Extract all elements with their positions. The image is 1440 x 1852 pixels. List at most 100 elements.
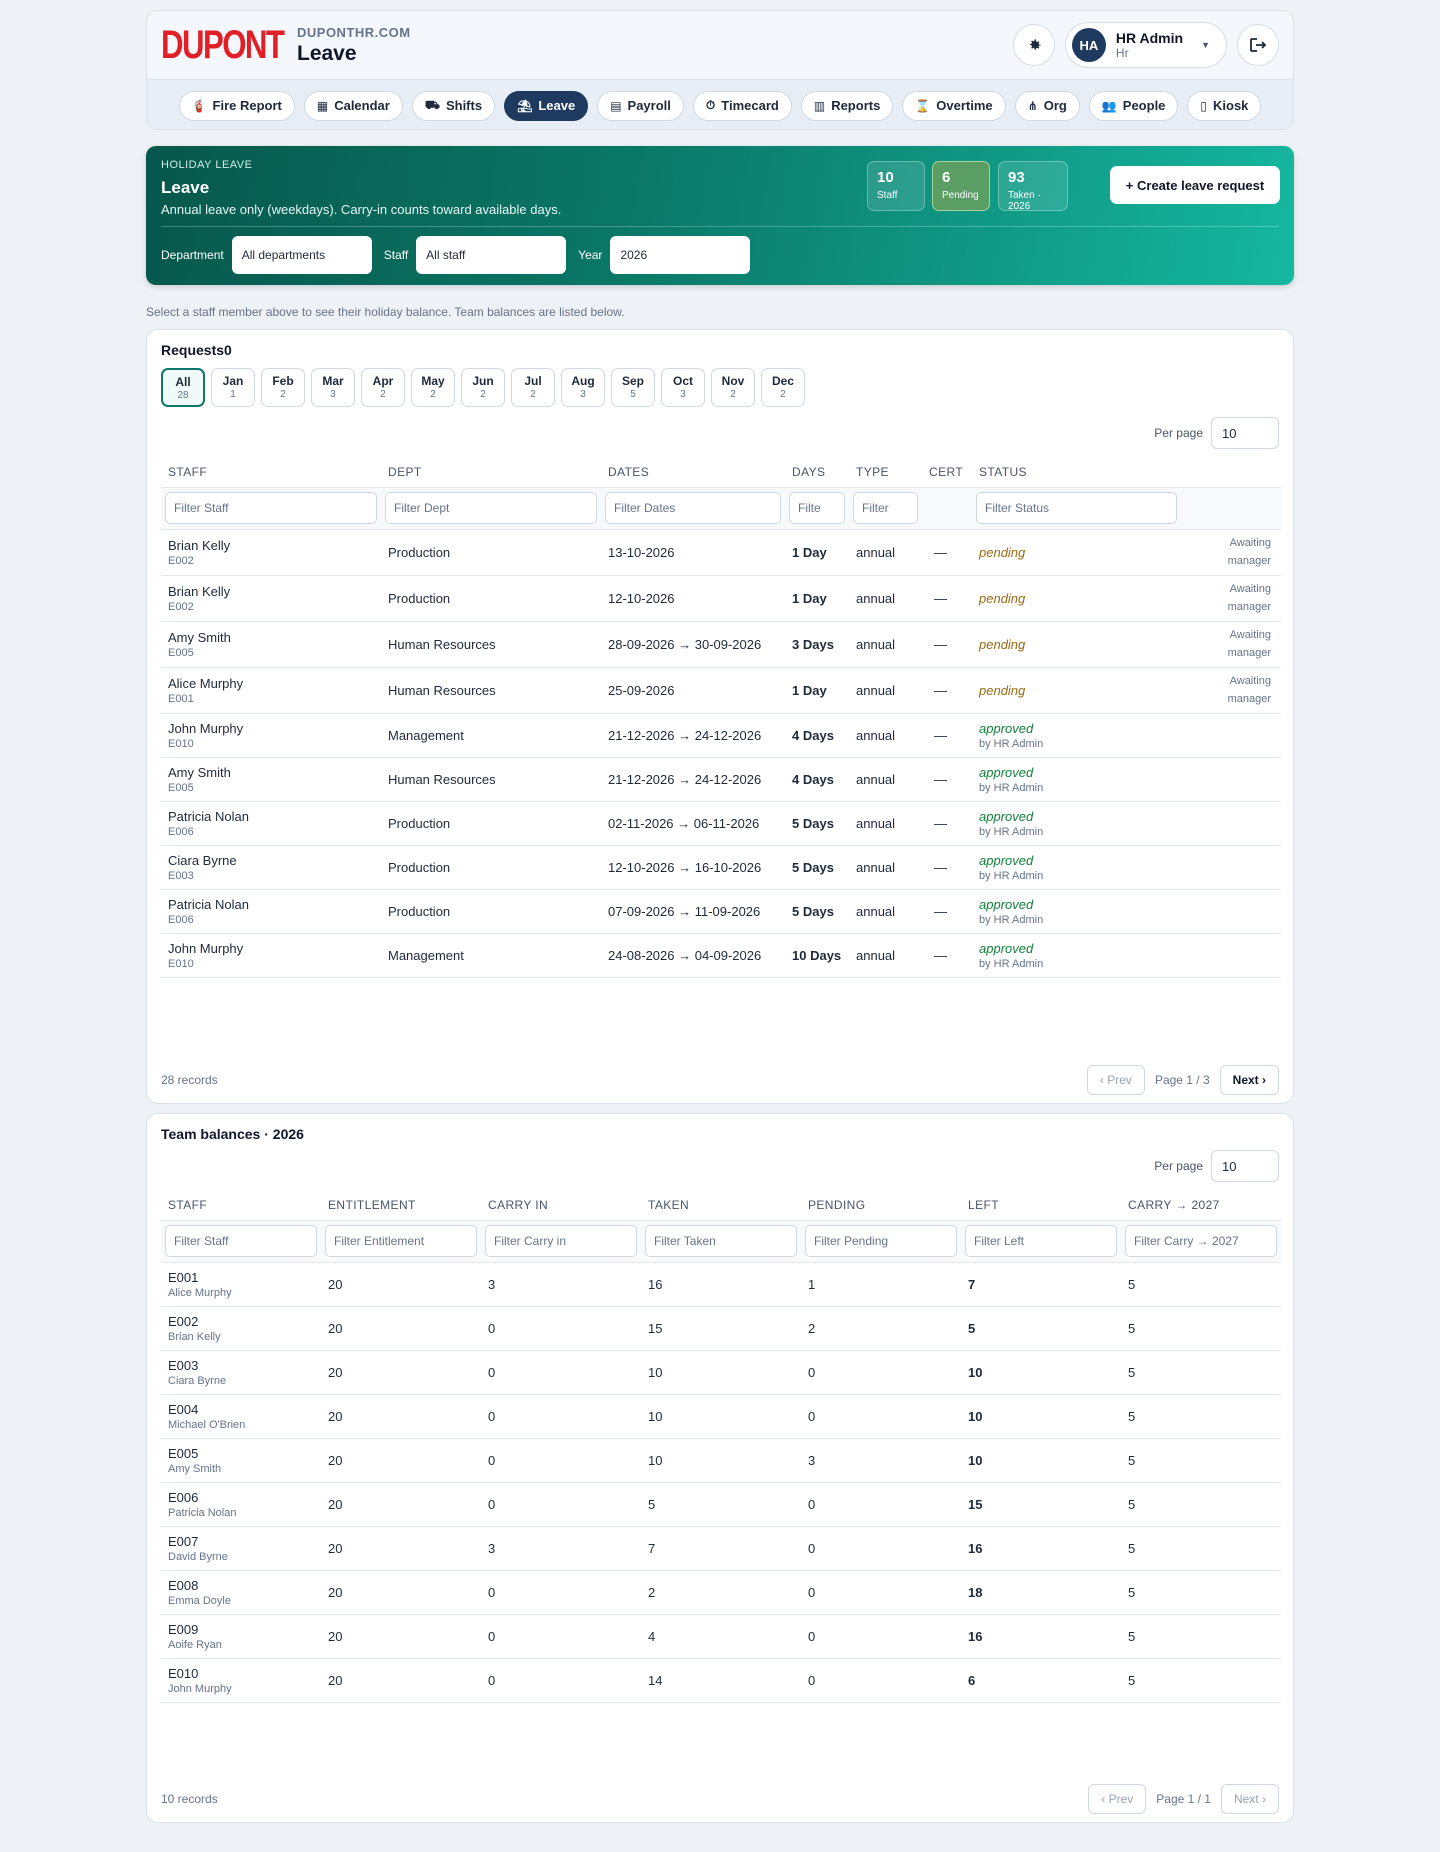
- table-row[interactable]: E004 Michael O'Brien 20 0 10 0 10 5: [161, 1394, 1281, 1439]
- nav-fire-report[interactable]: 🧯 Fire Report: [178, 90, 295, 121]
- fire-extinguisher-icon: 🧯: [191, 98, 207, 113]
- column-filter-input[interactable]: Filter Carry → 2027: [1125, 1225, 1277, 1257]
- column-filter-input[interactable]: Filter Left: [965, 1225, 1117, 1257]
- month-mar[interactable]: Mar 3: [311, 368, 355, 407]
- column-filter-input[interactable]: Filte: [789, 492, 845, 524]
- nav-org[interactable]: ⋔ Org: [1014, 90, 1080, 121]
- table-row[interactable]: Brian Kelly E002 Production 13-10-2026 1 Day…: [161, 529, 1281, 576]
- dept-cell: Human Resources: [381, 621, 601, 668]
- nav-calendar[interactable]: ▦ Calendar: [303, 90, 403, 121]
- dupont-logo[interactable]: DUPONT: [161, 23, 285, 68]
- column-filter-input[interactable]: Filter Carry in: [485, 1225, 637, 1257]
- month-dec[interactable]: Dec 2: [761, 368, 805, 407]
- year-select[interactable]: 2026: [610, 236, 751, 274]
- taken-cell: 16: [641, 1262, 801, 1307]
- left-cell: 16: [961, 1614, 1121, 1659]
- carry-out-cell: 5: [1121, 1394, 1281, 1439]
- nav-reports[interactable]: ▥ Reports: [800, 90, 894, 121]
- month-sep[interactable]: Sep 5: [611, 368, 655, 407]
- table-row[interactable]: John Murphy E010 Management 21-12-2026 → 24…: [161, 713, 1281, 758]
- table-row[interactable]: Ciara Byrne E003 Production 12-10-2026 → 16…: [161, 845, 1281, 890]
- nav-label: Leave: [538, 98, 576, 113]
- staff-id: E005: [168, 781, 194, 794]
- table-row[interactable]: John Murphy E010 Management 24-08-2026 → 04…: [161, 933, 1281, 978]
- user-menu[interactable]: HA HR Admin Hr ▼: [1064, 22, 1227, 68]
- table-row[interactable]: E005 Amy Smith 20 0 10 3 10 5: [161, 1438, 1281, 1483]
- next-page-button[interactable]: Next ›: [1219, 1065, 1279, 1095]
- prev-page-button[interactable]: ‹ Prev: [1086, 1065, 1145, 1095]
- column-filter-input[interactable]: Filter: [853, 492, 918, 524]
- nav-people[interactable]: 👥 People: [1088, 90, 1179, 121]
- table-row[interactable]: E003 Ciara Byrne 20 0 10 0 10 5: [161, 1350, 1281, 1395]
- nav-label: Shifts: [445, 98, 483, 113]
- month-name: Apr: [372, 374, 394, 388]
- column-filter-input[interactable]: Filter Staff: [165, 492, 377, 524]
- taken-cell: 10: [641, 1394, 801, 1439]
- table-row[interactable]: E006 Patricia Nolan 20 0 5 0 15 5: [161, 1482, 1281, 1527]
- column-filter-input[interactable]: Filter Status: [976, 492, 1177, 524]
- staff-id: E003: [168, 1357, 199, 1373]
- stat-pending: 6 Pending: [932, 161, 990, 211]
- nav-payroll[interactable]: ▤ Payroll: [597, 90, 684, 121]
- column-filter-input[interactable]: Filter Entitlement: [325, 1225, 477, 1257]
- table-row[interactable]: E010 John Murphy 20 0 14 0 6 5: [161, 1658, 1281, 1703]
- month-feb[interactable]: Feb 2: [261, 368, 305, 407]
- table-row[interactable]: Patricia Nolan E006 Production 02-11-2026 →…: [161, 801, 1281, 846]
- table-row[interactable]: Brian Kelly E002 Production 12-10-2026 1 Day…: [161, 575, 1281, 622]
- table-row[interactable]: E001 Alice Murphy 20 3 16 1 7 5: [161, 1262, 1281, 1307]
- dept-cell: Human Resources: [381, 667, 601, 714]
- staff-cell: Amy Smith E005: [161, 621, 381, 668]
- nav-timecard[interactable]: ⏱ Timecard: [692, 90, 792, 121]
- carry-in-cell: 3: [481, 1526, 641, 1571]
- month-nov[interactable]: Nov 2: [711, 368, 755, 407]
- column-filter-input[interactable]: Filter Dates: [605, 492, 781, 524]
- column-header: PENDING: [801, 1190, 961, 1221]
- table-row[interactable]: E009 Aoife Ryan 20 0 4 0 16 5: [161, 1614, 1281, 1659]
- create-leave-request-button[interactable]: + Create leave request: [1110, 166, 1280, 204]
- month-oct[interactable]: Oct 3: [661, 368, 705, 407]
- month-jul[interactable]: Jul 2: [511, 368, 555, 407]
- next-page-button[interactable]: Next ›: [1220, 1784, 1279, 1814]
- staff-id: E009: [168, 1621, 199, 1637]
- nav-kiosk[interactable]: ▯ Kiosk: [1187, 90, 1262, 121]
- month-apr[interactable]: Apr 2: [361, 368, 405, 407]
- logout-button[interactable]: [1237, 24, 1279, 66]
- column-filter-input[interactable]: Filter Staff: [165, 1225, 317, 1257]
- table-row[interactable]: E008 Emma Doyle 20 0 2 0 18 5: [161, 1570, 1281, 1615]
- month-all[interactable]: All 28: [161, 368, 205, 407]
- department-label: Department: [161, 248, 224, 262]
- table-row[interactable]: Amy Smith E005 Human Resources 21-12-2026 →…: [161, 757, 1281, 802]
- table-row[interactable]: Patricia Nolan E006 Production 07-09-2026 →…: [161, 889, 1281, 934]
- table-row[interactable]: Alice Murphy E001 Human Resources 25-09-202…: [161, 667, 1281, 714]
- shifts-icon: ⛟: [424, 97, 440, 112]
- month-count: 2: [730, 389, 736, 400]
- table-row[interactable]: Amy Smith E005 Human Resources 28-09-2026 →…: [161, 621, 1281, 668]
- type-cell: annual: [849, 667, 922, 714]
- table-row[interactable]: E002 Brian Kelly 20 0 15 2 5 5: [161, 1306, 1281, 1351]
- staff-select[interactable]: All staff: [416, 236, 567, 274]
- department-select[interactable]: All departments: [231, 236, 372, 274]
- nav-overtime[interactable]: ⌛ Overtime: [902, 90, 1006, 121]
- filter-cell: Filter Pending: [801, 1220, 961, 1263]
- month-may[interactable]: May 2: [411, 368, 455, 407]
- pending-cell: 0: [801, 1570, 961, 1615]
- settings-button[interactable]: [1012, 24, 1055, 66]
- table-row[interactable]: E007 David Byrne 20 3 7 0 16 5: [161, 1526, 1281, 1571]
- column-filter-input[interactable]: Filter Taken: [645, 1225, 797, 1257]
- prev-page-button[interactable]: ‹ Prev: [1088, 1784, 1147, 1814]
- month-jan[interactable]: Jan 1: [211, 368, 255, 407]
- dept-cell: Production: [381, 801, 601, 846]
- carry-in-cell: 0: [481, 1658, 641, 1703]
- nav-leave[interactable]: ⛱ Leave: [504, 90, 589, 121]
- per-page-input[interactable]: 10: [1211, 1150, 1279, 1182]
- divider: [161, 226, 1279, 227]
- month-jun[interactable]: Jun 2: [461, 368, 505, 407]
- left-cell: 10: [961, 1394, 1121, 1439]
- column-filter-input[interactable]: Filter Pending: [805, 1225, 957, 1257]
- month-aug[interactable]: Aug 3: [561, 368, 605, 407]
- per-page-input[interactable]: 10: [1211, 417, 1279, 449]
- cert-cell: —: [922, 575, 972, 622]
- nav-shifts[interactable]: ⛟ Shifts: [411, 90, 496, 121]
- column-header: DAYS: [785, 457, 849, 488]
- column-filter-input[interactable]: Filter Dept: [385, 492, 597, 524]
